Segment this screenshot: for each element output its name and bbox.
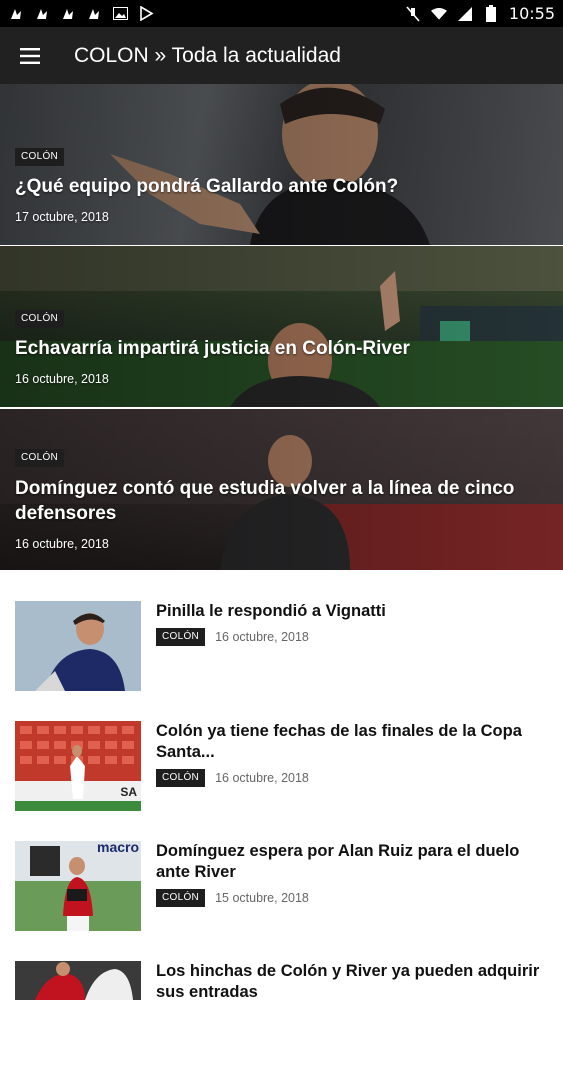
category-tag[interactable]: COLÓN: [15, 449, 65, 467]
ad-text: macro: [97, 841, 140, 855]
list-item[interactable]: SA Colón ya tiene fechas de las finales …: [0, 721, 563, 831]
mute-icon: [405, 5, 421, 22]
signal-icon: [457, 6, 473, 22]
notification-icon: [34, 6, 50, 22]
category-tag[interactable]: COLÓN: [156, 769, 206, 787]
featured-article[interactable]: COLÓN Domínguez contó que estudia volver…: [0, 409, 563, 570]
article-date: 16 octubre, 2018: [215, 771, 309, 785]
ad-text: SA: [120, 785, 137, 799]
article-thumbnail[interactable]: [15, 601, 141, 691]
featured-article[interactable]: COLÓN Echavarría impartirá justicia en C…: [0, 246, 563, 407]
article-meta: COLÓN 16 octubre, 2018: [156, 769, 309, 787]
featured-title[interactable]: Domínguez contó que estudia volver a la …: [15, 476, 545, 526]
notification-icon: [8, 6, 24, 22]
status-bar-left: [8, 6, 154, 22]
image-icon: [112, 6, 128, 22]
category-tag[interactable]: COLÓN: [15, 148, 65, 166]
category-tag[interactable]: COLÓN: [156, 889, 206, 907]
list-item[interactable]: macro Domínguez espera por Alan Ruiz par…: [0, 841, 563, 951]
article-date: 16 octubre, 2018: [215, 630, 309, 644]
notification-icon: [60, 6, 76, 22]
article-title[interactable]: Colón ya tiene fechas de las finales de …: [156, 721, 551, 763]
status-time: 10:55: [508, 4, 555, 23]
article-meta: COLÓN 15 octubre, 2018: [156, 889, 309, 907]
featured-date: 17 octubre, 2018: [15, 210, 109, 224]
menu-button[interactable]: [18, 44, 42, 68]
featured-date: 16 octubre, 2018: [15, 537, 109, 551]
hamburger-icon: [20, 47, 40, 64]
featured-article[interactable]: COLÓN ¿Qué equipo pondrá Gallardo ante C…: [0, 84, 563, 245]
status-bar-right: 10:55: [405, 4, 555, 23]
category-tag[interactable]: COLÓN: [15, 310, 65, 328]
wifi-icon: [430, 6, 447, 22]
app-bar: COLON » Toda la actualidad: [0, 27, 563, 84]
category-tag[interactable]: COLÓN: [156, 628, 206, 646]
battery-icon: [483, 5, 499, 22]
page-title: COLON » Toda la actualidad: [74, 43, 341, 67]
list-item[interactable]: Los hinchas de Colón y River ya pueden a…: [0, 961, 563, 1071]
article-title[interactable]: Pinilla le respondió a Vignatti: [156, 601, 551, 622]
featured-date: 16 octubre, 2018: [15, 372, 109, 386]
article-date: 15 octubre, 2018: [215, 891, 309, 905]
article-title[interactable]: Los hinchas de Colón y River ya pueden a…: [156, 961, 551, 1003]
status-bar: 10:55: [0, 0, 563, 27]
article-thumbnail[interactable]: [15, 961, 141, 1000]
article-meta: COLÓN 16 octubre, 2018: [156, 628, 309, 646]
article-thumbnail[interactable]: macro: [15, 841, 141, 931]
article-thumbnail[interactable]: SA: [15, 721, 141, 811]
notification-icon: [86, 6, 102, 22]
play-store-icon: [138, 6, 154, 22]
featured-title[interactable]: Echavarría impartirá justicia en Colón-R…: [15, 336, 545, 361]
list-item[interactable]: Pinilla le respondió a Vignatti COLÓN 16…: [0, 601, 563, 711]
article-title[interactable]: Domínguez espera por Alan Ruiz para el d…: [156, 841, 551, 883]
featured-title[interactable]: ¿Qué equipo pondrá Gallardo ante Colón?: [15, 174, 545, 199]
